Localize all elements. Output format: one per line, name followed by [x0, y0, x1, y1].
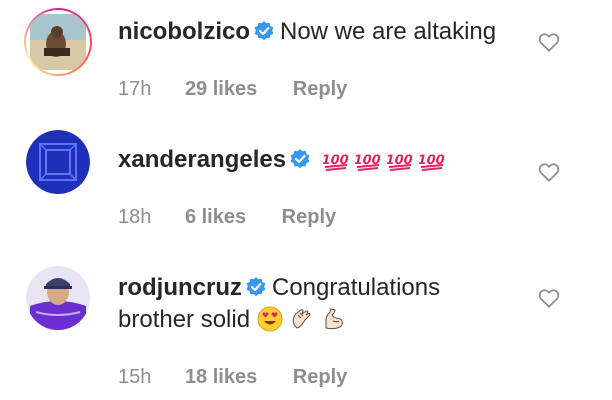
- emoji-group: [257, 306, 353, 333]
- heart-eyes-icon: [257, 306, 283, 332]
- reply-button[interactable]: Reply: [293, 76, 347, 102]
- avatar-photo-icon: [26, 266, 90, 330]
- comment-time[interactable]: 18h: [118, 204, 151, 230]
- comment-time[interactable]: 17h: [118, 76, 151, 102]
- hundred-points-icon: 100: [419, 153, 445, 171]
- hundred-points-icon: 100: [387, 153, 413, 171]
- comment-text: Congratulations: [272, 274, 441, 301]
- comment-meta: 15h 18 likes Reply: [118, 364, 347, 390]
- comment-meta: 18h 6 likes Reply: [118, 204, 336, 230]
- avatar-photo-icon: [26, 130, 90, 194]
- emoji-group: 100 100 100 100: [316, 146, 451, 173]
- hundred-points-icon: 100: [355, 153, 381, 171]
- comment-line: xanderangeles 100 100 100 100: [118, 144, 532, 176]
- heart-icon[interactable]: [538, 288, 560, 308]
- likes-count[interactable]: 18 likes: [185, 364, 257, 390]
- hundred-points-icon: 100: [323, 153, 349, 171]
- likes-count[interactable]: 6 likes: [185, 204, 246, 230]
- comment-meta: 17h 29 likes Reply: [118, 76, 347, 102]
- comment-text-line2: brother solid: [118, 306, 251, 333]
- likes-count[interactable]: 29 likes: [185, 76, 257, 102]
- reply-button[interactable]: Reply: [293, 364, 347, 390]
- comment-time[interactable]: 15h: [118, 364, 151, 390]
- avatar-nicobolzico[interactable]: [26, 10, 90, 74]
- verified-badge-icon: [290, 149, 310, 169]
- avatar-photo-icon: [30, 14, 86, 70]
- comment-line: rodjuncruz Congratulations brother solid: [118, 272, 532, 336]
- username-link[interactable]: xanderangeles: [118, 146, 286, 173]
- avatar-rodjuncruz[interactable]: [26, 266, 90, 330]
- verified-badge-icon: [246, 277, 266, 297]
- username-link[interactable]: rodjuncruz: [118, 274, 242, 301]
- avatar-xanderangeles[interactable]: [26, 130, 90, 194]
- heart-icon[interactable]: [538, 32, 560, 52]
- reply-button[interactable]: Reply: [282, 204, 336, 230]
- username-link[interactable]: nicobolzico: [118, 18, 250, 45]
- comment-line: nicobolzico Now we are altaking: [118, 16, 532, 48]
- flexed-biceps-icon: [325, 308, 343, 330]
- clapping-hands-icon: [292, 309, 311, 329]
- heart-icon[interactable]: [538, 162, 560, 182]
- verified-badge-icon: [254, 21, 274, 41]
- comment-text: Now we are altaking: [280, 18, 497, 45]
